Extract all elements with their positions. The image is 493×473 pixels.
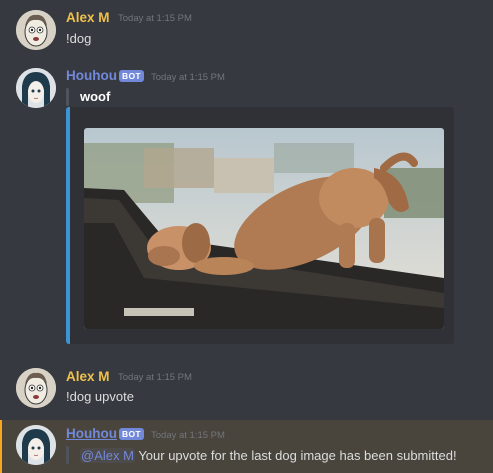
author-name[interactable]: Alex M [66,10,110,25]
message-content: !dog [66,31,92,46]
quote-bar [66,446,69,464]
quote-bar [66,88,69,106]
message-content: woof [80,89,111,104]
embed [66,107,454,344]
timestamp: Today at 1:15 PM [118,372,192,383]
user-mention[interactable]: @Alex M [80,448,135,463]
avatar-houhou[interactable] [16,425,56,465]
bot-tag: BOT [119,428,144,440]
author-name[interactable]: Houhou [66,68,117,83]
message-content: !dog upvote [66,389,134,404]
timestamp: Today at 1:15 PM [118,13,192,24]
author-name[interactable]: Alex M [66,369,110,384]
bot-tag: BOT [119,70,144,82]
timestamp: Today at 1:15 PM [151,430,225,441]
message-text: Your upvote for the last dog image has b… [138,448,457,463]
author-name[interactable]: Houhou [66,426,117,441]
dog-image[interactable] [84,128,444,329]
message-content: @Alex M Your upvote for the last dog ima… [80,448,457,463]
timestamp: Today at 1:15 PM [151,72,225,83]
mention-highlight-bar [0,420,2,473]
avatar-houhou[interactable] [16,68,56,108]
avatar-alex[interactable] [16,10,56,50]
avatar-alex[interactable] [16,368,56,408]
